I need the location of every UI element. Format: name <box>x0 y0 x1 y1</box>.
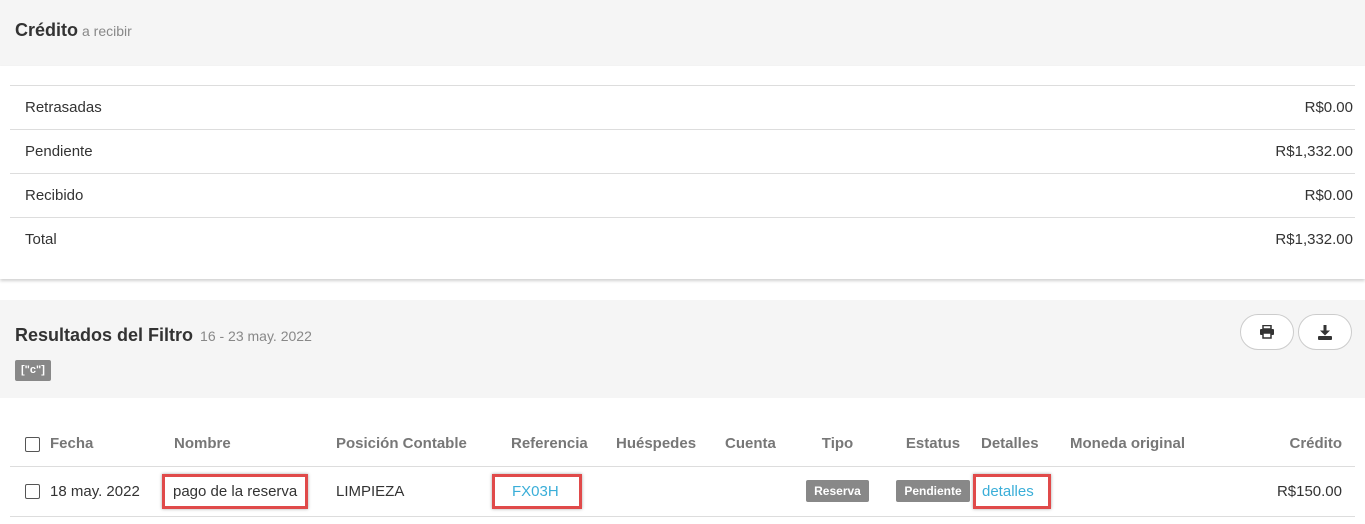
cell-estatus: Pendiente <box>885 466 981 517</box>
summary-label: Recibido <box>10 173 724 218</box>
results-date-range: 16 - 23 may. 2022 <box>200 328 312 344</box>
select-all-cell <box>10 422 50 467</box>
col-huespedes[interactable]: Huéspedes <box>616 422 725 467</box>
cell-tipo: Reserva <box>790 466 885 517</box>
referencia-link[interactable]: FX03H <box>492 473 582 509</box>
results-title-text: Resultados del Filtro <box>15 325 194 345</box>
summary-label: Total <box>10 217 724 262</box>
cell-huespedes <box>616 466 725 517</box>
summary-amount: R$0.00 <box>723 85 1355 130</box>
cell-referencia: FX03H <box>492 466 616 517</box>
table-header-row: Fecha Nombre Posición Contable Referenci… <box>10 422 1355 467</box>
detalles-link[interactable]: detalles <box>973 473 1051 509</box>
summary-row-total: Total R$1,332.00 <box>10 217 1355 262</box>
summary-amount: R$1,332.00 <box>723 129 1355 174</box>
cell-posicion: LIMPIEZA <box>336 466 511 517</box>
cell-detalles: detalles <box>973 466 1070 517</box>
summary-amount: R$1,332.00 <box>723 217 1355 262</box>
col-nombre[interactable]: Nombre <box>174 422 336 467</box>
nombre-highlight: pago de la reserva <box>162 473 309 509</box>
col-posicion-contable[interactable]: Posición Contable <box>336 422 511 467</box>
summary-row-retrasadas: Retrasadas R$0.00 <box>10 85 1355 130</box>
summary-label: Retrasadas <box>10 85 724 130</box>
summary-amount: R$0.00 <box>723 173 1355 218</box>
table-row: 18 may. 2022 pago de la reserva LIMPIEZA… <box>10 466 1355 517</box>
print-button[interactable] <box>1240 314 1294 350</box>
col-detalles[interactable]: Detalles <box>981 422 1070 467</box>
credit-summary-table: Retrasadas R$0.00 Pendiente R$1,332.00 R… <box>10 85 1355 262</box>
cell-fecha: 18 may. 2022 <box>50 466 174 517</box>
col-credito[interactable]: Crédito <box>1218 422 1355 467</box>
tipo-badge: Reserva <box>806 480 869 502</box>
print-icon <box>1260 325 1274 339</box>
credit-panel-header: Crédito a recibir <box>0 0 1365 66</box>
col-cuenta[interactable]: Cuenta <box>725 422 790 467</box>
col-moneda-original[interactable]: Moneda original <box>1070 422 1218 467</box>
select-all-checkbox[interactable] <box>25 436 40 452</box>
filter-tag[interactable]: ["c"] <box>15 360 51 381</box>
cell-cuenta <box>725 466 790 517</box>
cell-nombre: pago de la reserva <box>162 466 336 517</box>
cell-credito: R$150.00 <box>1218 466 1355 517</box>
credit-subtitle: a recibir <box>82 23 132 39</box>
col-referencia[interactable]: Referencia <box>511 422 616 467</box>
download-icon <box>1318 324 1332 340</box>
summary-row-recibido: Recibido R$0.00 <box>10 173 1355 218</box>
credit-title: Crédito a recibir <box>15 20 132 41</box>
download-button[interactable] <box>1298 314 1352 350</box>
col-estatus[interactable]: Estatus <box>885 422 981 467</box>
col-tipo[interactable]: Tipo <box>790 422 885 467</box>
summary-row-pendiente: Pendiente R$1,332.00 <box>10 129 1355 174</box>
row-checkbox[interactable] <box>25 484 40 500</box>
row-select-cell <box>10 466 50 517</box>
col-fecha[interactable]: Fecha <box>50 422 174 467</box>
estatus-badge: Pendiente <box>896 480 970 502</box>
cell-moneda <box>1070 466 1218 517</box>
results-table: Fecha Nombre Posición Contable Referenci… <box>10 422 1355 517</box>
credit-summary-panel: Retrasadas R$0.00 Pendiente R$1,332.00 R… <box>0 66 1365 279</box>
credit-title-text: Crédito <box>15 20 78 40</box>
summary-label: Pendiente <box>10 129 724 174</box>
results-panel-header: Resultados del Filtro 16 - 23 may. 2022 … <box>0 300 1365 398</box>
results-title: Resultados del Filtro 16 - 23 may. 2022 <box>15 325 312 346</box>
